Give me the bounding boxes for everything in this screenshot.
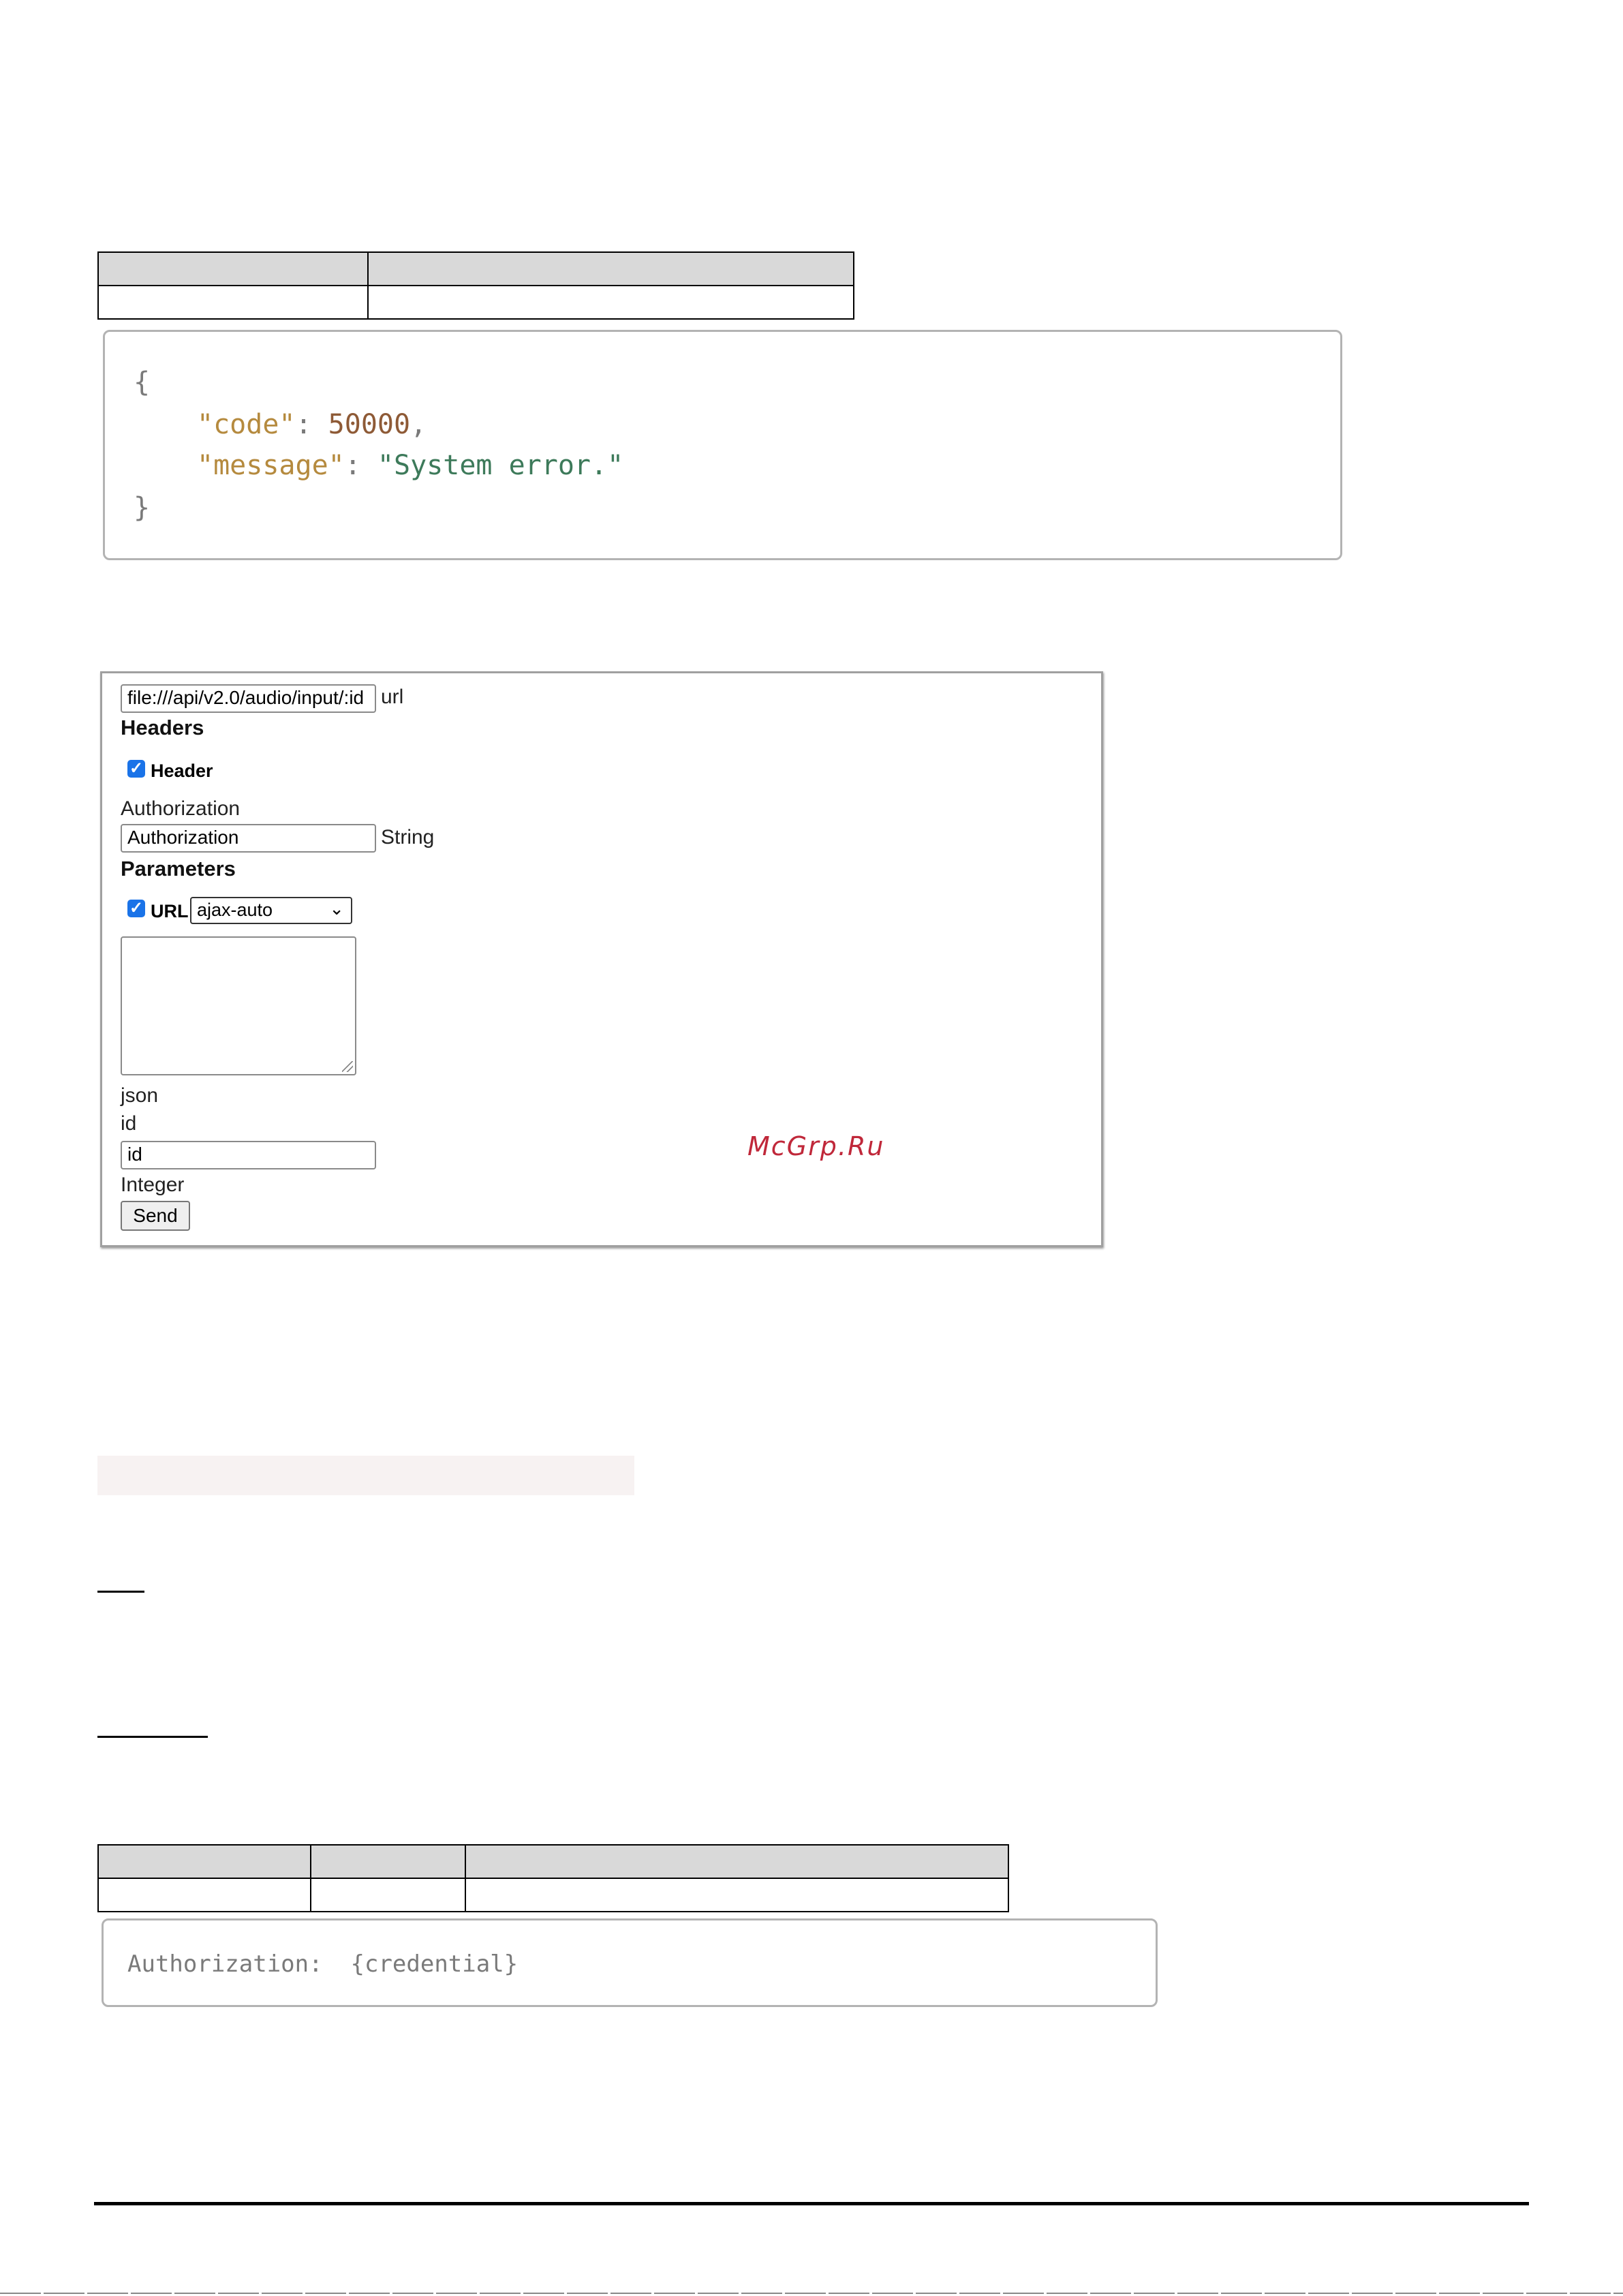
json-body-textarea[interactable] <box>121 936 356 1075</box>
table-row <box>97 1878 1009 1912</box>
content-type-select[interactable]: ajax-auto ⌄ <box>190 897 352 924</box>
id-input[interactable]: id <box>121 1141 376 1169</box>
headers-heading: Headers <box>121 716 204 739</box>
authorization-code-block: Authorization: {credential} <box>102 1918 1158 2007</box>
send-button[interactable]: Send <box>121 1201 190 1231</box>
json-close-brace: } <box>134 492 151 523</box>
bottom-edge-line <box>0 2293 1623 2294</box>
select-value: ajax-auto <box>197 900 273 920</box>
authorization-type: String <box>381 826 435 848</box>
response-table <box>97 251 854 320</box>
id-type: Integer <box>121 1174 185 1196</box>
section-rule <box>97 1591 144 1593</box>
footer-rule <box>94 2202 1529 2205</box>
url-param-checkbox-label: URL <box>151 901 189 921</box>
url-label: url <box>381 686 404 708</box>
chevron-down-icon: ⌄ <box>329 898 344 919</box>
json-label: json <box>121 1084 159 1107</box>
id-label: id <box>121 1112 137 1135</box>
header-checkbox[interactable]: ✓ <box>127 760 145 778</box>
watermark: McGrp.Ru <box>747 1131 885 1161</box>
url-param-checkbox[interactable]: ✓ <box>127 900 145 917</box>
header-table <box>97 1844 1009 1912</box>
json-code-value: 50000 <box>328 409 411 440</box>
response-code-block: { "code": 50000, "message": "System erro… <box>103 330 1342 560</box>
json-message-value: "System error." <box>377 450 624 481</box>
authorization-input[interactable]: Authorization <box>121 824 376 853</box>
authorization-label: Authorization <box>121 797 241 820</box>
url-input[interactable]: file:///api/v2.0/audio/input/:id <box>121 684 376 713</box>
section-rule <box>97 1736 208 1738</box>
header-checkbox-label: Header <box>151 761 213 781</box>
highlight-bar <box>97 1456 634 1495</box>
parameters-heading: Parameters <box>121 857 236 881</box>
resize-grip-icon[interactable] <box>342 1061 353 1072</box>
authorization-code-text: Authorization: {credential} <box>127 1950 519 1978</box>
table-header-row <box>97 251 854 286</box>
json-code-key: "code" <box>197 409 296 440</box>
json-open-brace: { <box>134 367 151 398</box>
table-header-row <box>97 1844 1009 1879</box>
json-message-key: "message" <box>197 450 345 481</box>
table-row <box>97 285 854 320</box>
